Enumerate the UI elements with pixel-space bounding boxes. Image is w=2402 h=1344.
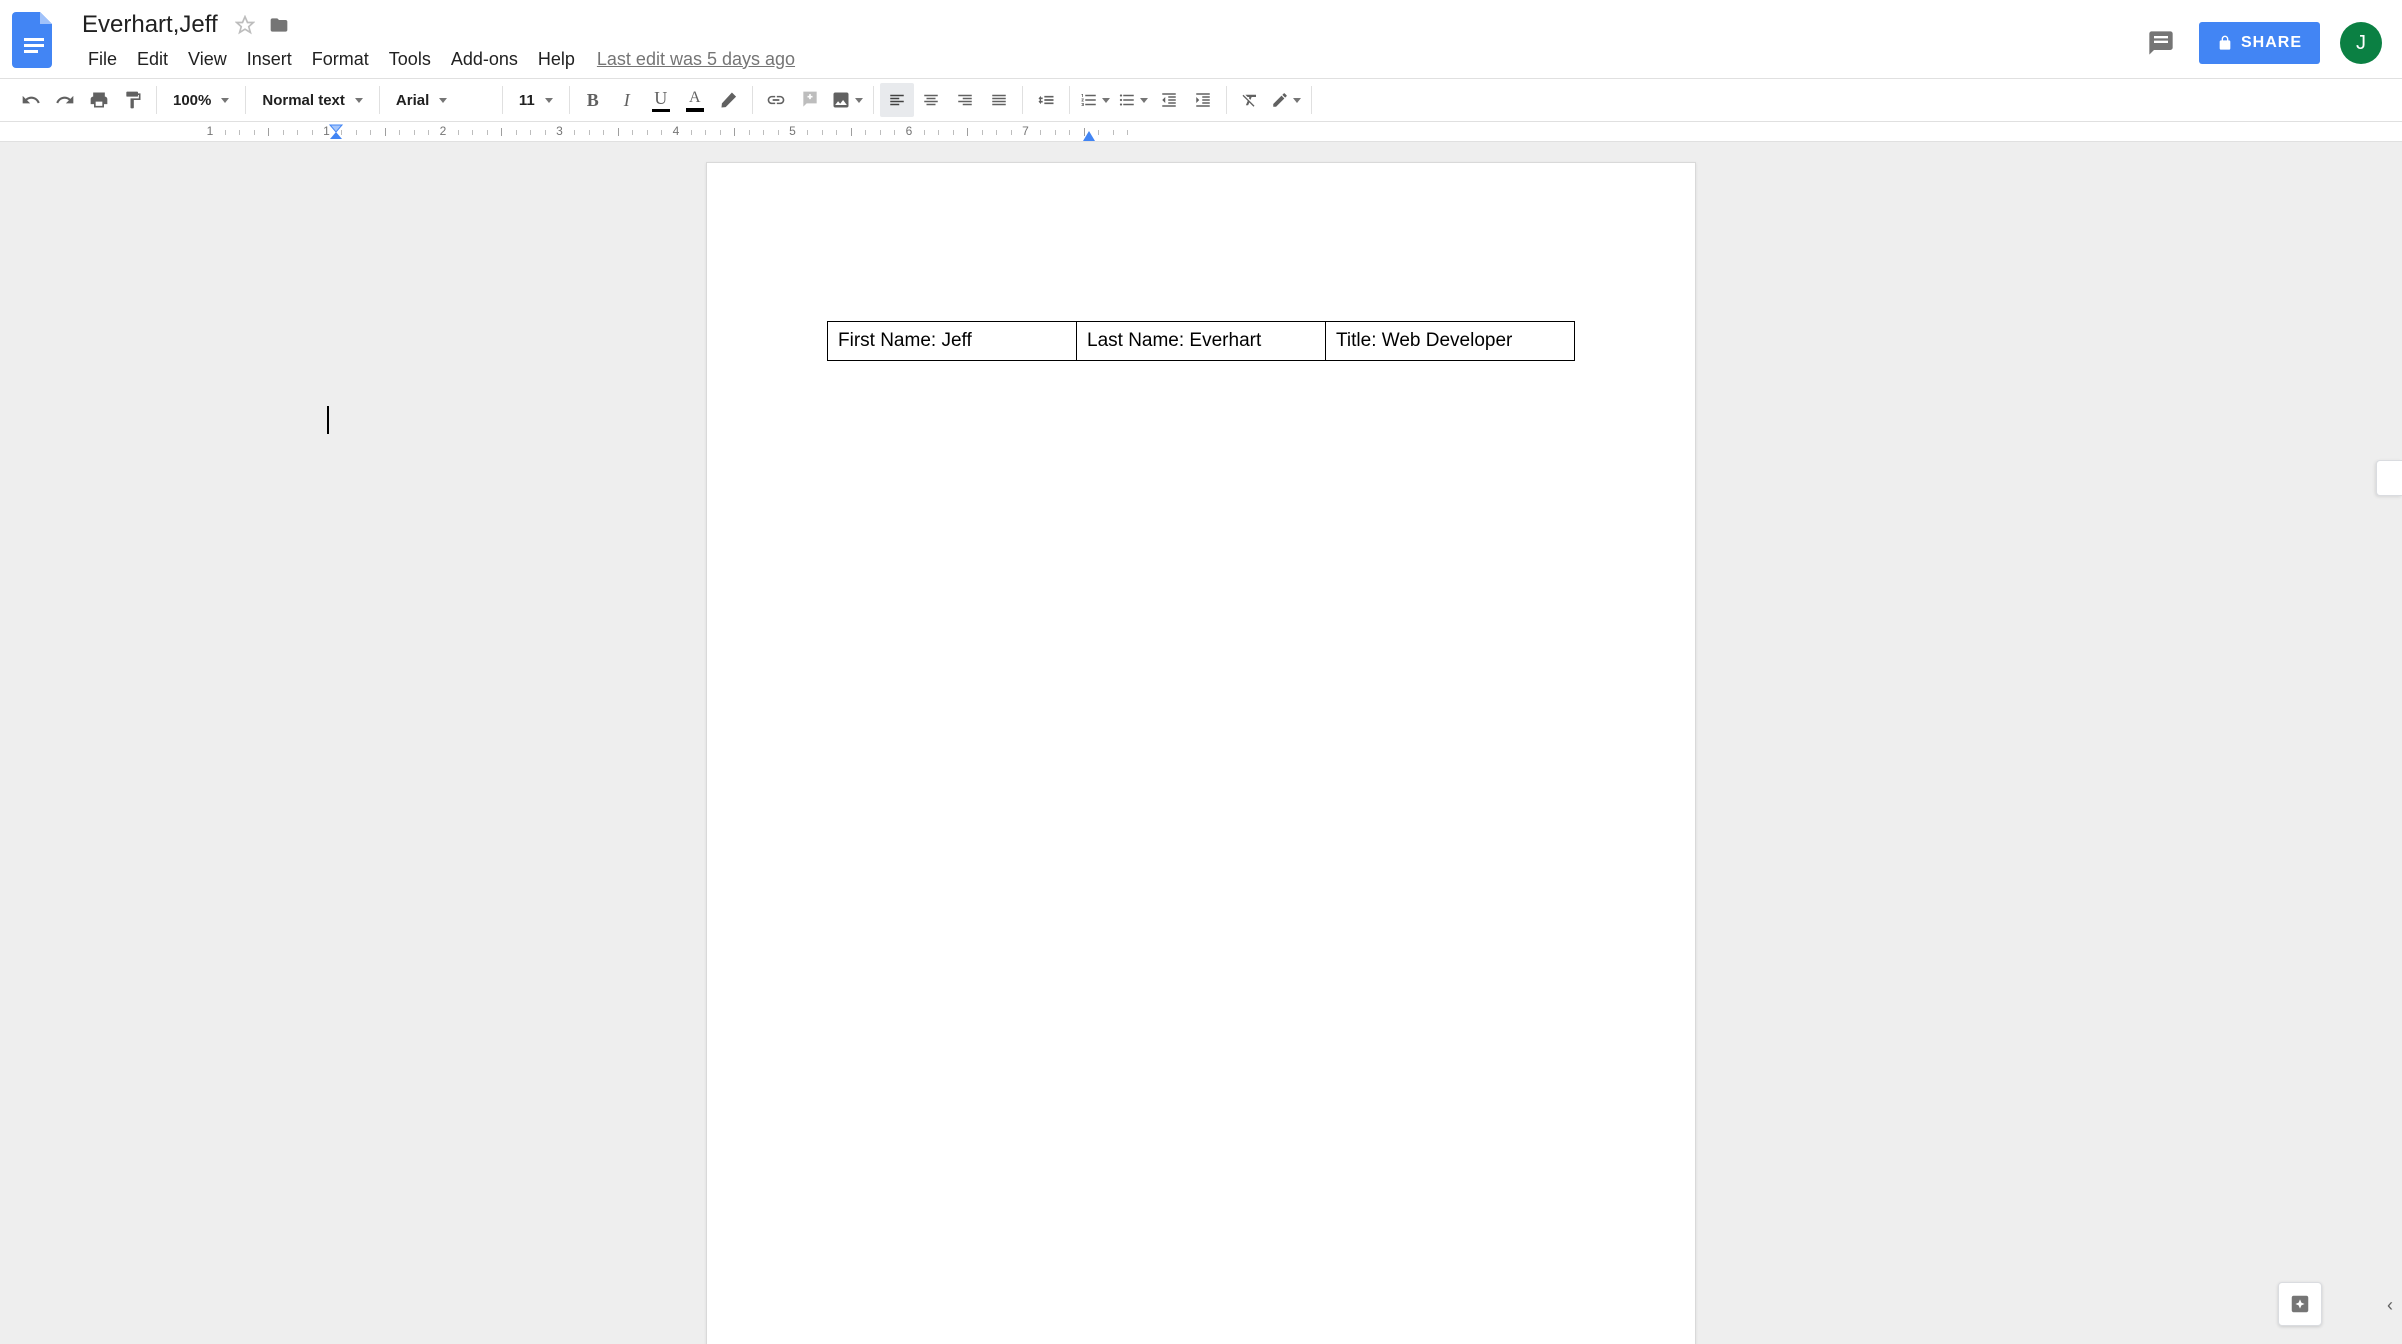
ruler-number: 6 (906, 124, 913, 138)
ruler-number: 3 (556, 124, 563, 138)
italic-button[interactable]: I (610, 83, 644, 117)
indent-marker-left[interactable] (329, 124, 343, 142)
line-spacing-button[interactable] (1029, 83, 1063, 117)
document-table[interactable]: First Name: Jeff Last Name: Everhart Tit… (827, 321, 1575, 361)
align-left-button[interactable] (880, 83, 914, 117)
folder-icon[interactable] (266, 12, 292, 38)
ruler-number: 2 (440, 124, 447, 138)
star-icon[interactable] (232, 12, 258, 38)
text-cursor (327, 406, 329, 434)
docs-logo[interactable] (8, 12, 60, 68)
font-dropdown[interactable]: Arial (386, 83, 496, 117)
share-button[interactable]: SHARE (2199, 22, 2320, 64)
underline-button[interactable]: U (644, 83, 678, 117)
print-button[interactable] (82, 83, 116, 117)
editing-mode-button[interactable] (1267, 83, 1305, 117)
comments-icon[interactable] (2143, 25, 2179, 61)
numbered-list-button[interactable] (1076, 83, 1114, 117)
menubar: File Edit View Insert Format Tools Add-o… (72, 42, 2143, 76)
lock-icon (2217, 35, 2233, 51)
menu-tools[interactable]: Tools (379, 45, 441, 74)
avatar[interactable]: J (2340, 22, 2382, 64)
redo-button[interactable] (48, 83, 82, 117)
horizontal-ruler[interactable]: 11234567 (0, 122, 2402, 142)
align-right-button[interactable] (948, 83, 982, 117)
toolbar: 100% Normal text Arial 11 B I U A (0, 78, 2402, 122)
font-value: Arial (396, 92, 429, 109)
styles-dropdown[interactable]: Normal text (252, 83, 373, 117)
font-size-dropdown[interactable]: 11 (509, 83, 563, 117)
ruler-number: 4 (673, 124, 680, 138)
side-panel-tab[interactable] (2376, 460, 2402, 496)
table-cell[interactable]: Title: Web Developer (1326, 322, 1575, 361)
paint-format-button[interactable] (116, 83, 150, 117)
menu-edit[interactable]: Edit (127, 45, 178, 74)
insert-image-button[interactable] (827, 83, 867, 117)
menu-view[interactable]: View (178, 45, 237, 74)
bold-button[interactable]: B (576, 83, 610, 117)
app-header: Everhart,Jeff File Edit View Insert Form… (0, 0, 2402, 78)
highlight-button[interactable] (712, 83, 746, 117)
align-center-button[interactable] (914, 83, 948, 117)
last-edit-link[interactable]: Last edit was 5 days ago (597, 49, 795, 70)
indent-marker-right[interactable] (1083, 128, 1095, 142)
menu-format[interactable]: Format (302, 45, 379, 74)
document-title[interactable]: Everhart,Jeff (78, 11, 222, 39)
document-canvas[interactable]: First Name: Jeff Last Name: Everhart Tit… (0, 142, 2402, 1344)
table-row[interactable]: First Name: Jeff Last Name: Everhart Tit… (828, 322, 1575, 361)
page[interactable]: First Name: Jeff Last Name: Everhart Tit… (706, 162, 1696, 1344)
add-comment-button[interactable] (793, 83, 827, 117)
side-panel-toggle[interactable]: ‹ (2380, 1288, 2400, 1322)
zoom-value: 100% (173, 92, 211, 109)
clear-formatting-button[interactable] (1233, 83, 1267, 117)
table-cell[interactable]: Last Name: Everhart (1077, 322, 1326, 361)
bulleted-list-button[interactable] (1114, 83, 1152, 117)
ruler-number: 1 (207, 124, 214, 138)
increase-indent-button[interactable] (1186, 83, 1220, 117)
undo-button[interactable] (14, 83, 48, 117)
menu-insert[interactable]: Insert (237, 45, 302, 74)
decrease-indent-button[interactable] (1152, 83, 1186, 117)
ruler-number: 5 (789, 124, 796, 138)
align-justify-button[interactable] (982, 83, 1016, 117)
text-color-button[interactable]: A (678, 83, 712, 117)
zoom-dropdown[interactable]: 100% (163, 83, 239, 117)
ruler-number: 7 (1022, 124, 1029, 138)
share-label: SHARE (2241, 34, 2302, 52)
menu-file[interactable]: File (78, 45, 127, 74)
explore-button[interactable] (2278, 1282, 2322, 1326)
menu-addons[interactable]: Add-ons (441, 45, 528, 74)
menu-help[interactable]: Help (528, 45, 585, 74)
insert-link-button[interactable] (759, 83, 793, 117)
styles-value: Normal text (262, 92, 345, 109)
table-cell[interactable]: First Name: Jeff (828, 322, 1077, 361)
font-size-value: 11 (519, 92, 535, 109)
